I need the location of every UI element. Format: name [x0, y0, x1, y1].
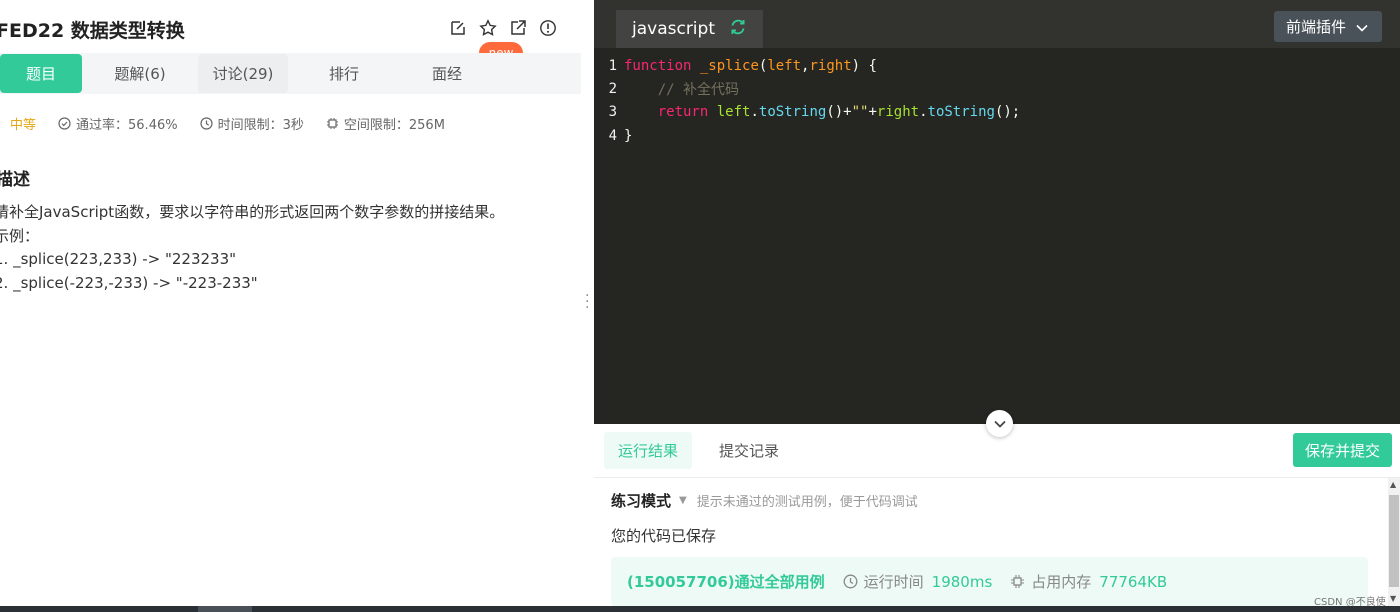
collapse-results-button[interactable] — [986, 410, 1013, 437]
code-token: . — [919, 104, 928, 121]
pass-rate: 通过率：56.46% — [58, 114, 178, 133]
pass-result-title: (150057706)通过全部用例 — [627, 573, 825, 591]
tab-solutions[interactable]: 题解(6) — [82, 54, 198, 93]
memory-value: 77764KB — [1099, 572, 1168, 591]
scrollbar-thumb[interactable] — [1389, 495, 1399, 587]
scroll-up-icon[interactable]: ▲ — [1390, 480, 1396, 489]
code-token: + — [868, 104, 877, 121]
tab-ranking[interactable]: 排行 — [288, 54, 400, 93]
clock-icon — [199, 117, 213, 130]
pass-rate-text: 通过率：56.46% — [76, 118, 178, 133]
line-number: 2 — [608, 80, 617, 97]
code-token: ()+ — [826, 104, 852, 121]
pass-result-box: (150057706)通过全部用例 运行时间 1980ms 占用内存 77764… — [611, 557, 1368, 606]
code-token: right — [876, 104, 920, 121]
edit-icon[interactable] — [448, 18, 468, 38]
space-limit: 空间限制：256M — [326, 114, 445, 133]
runtime-value: 1980ms — [931, 572, 993, 591]
language-label: javascript — [632, 19, 715, 39]
check-circle-icon — [58, 117, 71, 130]
refresh-icon[interactable] — [729, 18, 747, 41]
problem-meta: 中等 通过率：56.46% 时间限制：3秒 空间限制：256M — [10, 114, 467, 133]
problem-actions — [448, 18, 558, 38]
code-line: 4} — [594, 124, 1020, 147]
info-icon[interactable] — [538, 18, 558, 38]
clock-icon — [843, 574, 858, 589]
code-token: left — [767, 57, 802, 74]
time-limit: 时间限制：3秒 — [199, 114, 304, 133]
line-number: 4 — [608, 127, 617, 144]
code-token: ( — [758, 57, 768, 74]
description-line: 请补全JavaScript函数，要求以字符串的形式返回两个数字参数的拼接结果。 — [0, 203, 505, 221]
space-limit-text: 空间限制：256M — [343, 118, 445, 133]
description-heading: 描述 — [0, 170, 30, 190]
problem-tabs: 题目 题解(6) 讨论(29) 排行 面经 — [0, 53, 581, 94]
runtime-label: 运行时间 — [863, 573, 924, 591]
chip-icon — [1011, 575, 1025, 588]
difficulty-label: 中等 — [10, 118, 37, 133]
code-area[interactable]: 1 function _splice(left, right) { 2 // 补全代… — [594, 54, 1021, 147]
line-number: 1 — [608, 57, 617, 74]
frontend-plugin-dropdown[interactable]: 前端插件 — [1274, 11, 1382, 42]
problem-pane: FED22 数据类型转换 new 题目 题解(6) 讨论(29) 排行 面经 — [0, 0, 581, 606]
description-line: 示例： — [0, 226, 40, 245]
code-token: } — [624, 127, 633, 144]
plugin-label: 前端插件 — [1286, 18, 1347, 36]
code-token: , — [801, 57, 810, 74]
time-limit-text: 时间限制：3秒 — [217, 118, 304, 133]
bottom-scrollbar[interactable] — [0, 606, 1400, 612]
tab-run-result[interactable]: 运行结果 — [604, 432, 693, 469]
runtime-stat: 运行时间 1980ms — [843, 571, 993, 592]
code-line: 1 function _splice(left, right) { — [594, 54, 1020, 77]
chevron-down-icon — [1356, 18, 1368, 36]
memory-label: 占用内存 — [1031, 573, 1092, 591]
tab-discussion[interactable]: 讨论(29) — [198, 54, 288, 93]
code-editor: javascript 前端插件 1 function _splice(left, r… — [594, 0, 1400, 424]
code-token: return — [657, 104, 709, 121]
code-token: . — [750, 104, 759, 121]
caret-down-icon[interactable]: ▼ — [679, 495, 687, 506]
code-token: _splice — [699, 57, 759, 74]
code-token: ) { — [851, 57, 877, 74]
mode-selector[interactable]: 练习模式 — [611, 490, 671, 511]
tab-submission-history[interactable]: 提交记录 — [705, 432, 793, 469]
chip-icon — [326, 118, 338, 129]
mode-hint: 提示未通过的测试用例，便于代码调试 — [696, 495, 918, 510]
results-panel: 运行结果 提交记录 保存并提交 练习模式 ▼ 提示未通过的测试用例，便于代码调试… — [594, 424, 1400, 606]
chevron-down-icon — [993, 420, 1006, 428]
star-icon[interactable] — [478, 18, 498, 38]
memory-stat: 占用内存 77764KB — [1010, 571, 1167, 592]
saved-message: 您的代码已保存 — [611, 527, 717, 545]
tab-interview[interactable]: 面经 — [400, 54, 494, 93]
scroll-down-icon[interactable]: ▼ — [1390, 594, 1396, 603]
code-token: "" — [851, 104, 869, 121]
code-token: left — [716, 104, 751, 121]
code-token: toString — [927, 104, 995, 121]
code-line: 3 return left. toString ()+ "" + right. toStri… — [594, 101, 1021, 124]
share-icon[interactable] — [508, 18, 528, 38]
language-tab[interactable]: javascript — [616, 10, 763, 48]
code-token: toString — [758, 104, 827, 121]
bottom-scrollbar-thumb[interactable] — [198, 606, 252, 612]
code-line: 2 // 补全代码 — [594, 77, 1020, 100]
app-root: FED22 数据类型转换 new 题目 题解(6) 讨论(29) 排行 面经 — [0, 0, 1400, 612]
mode-row: 练习模式 ▼ 提示未通过的测试用例，便于代码调试 — [611, 490, 918, 511]
code-comment: // 补全代码 — [657, 81, 740, 98]
tab-problem[interactable]: 题目 — [0, 54, 82, 93]
code-token: function — [624, 57, 692, 74]
problem-title: FED22 数据类型转换 — [0, 20, 185, 42]
line-number: 3 — [608, 104, 617, 121]
drag-handle-icon[interactable]: · · · — [585, 289, 589, 315]
description-line: 1. _splice(223,233) -> "223233" — [0, 250, 237, 268]
code-token: (); — [994, 104, 1021, 121]
description-line: 2. _splice(-223,-233) -> "-223-233" — [0, 273, 258, 292]
code-token: right — [809, 57, 852, 74]
save-and-submit-button[interactable]: 保存并提交 — [1293, 433, 1392, 467]
description-body: 请补全JavaScript函数，要求以字符串的形式返回两个数字参数的拼接结果。 … — [0, 201, 504, 295]
